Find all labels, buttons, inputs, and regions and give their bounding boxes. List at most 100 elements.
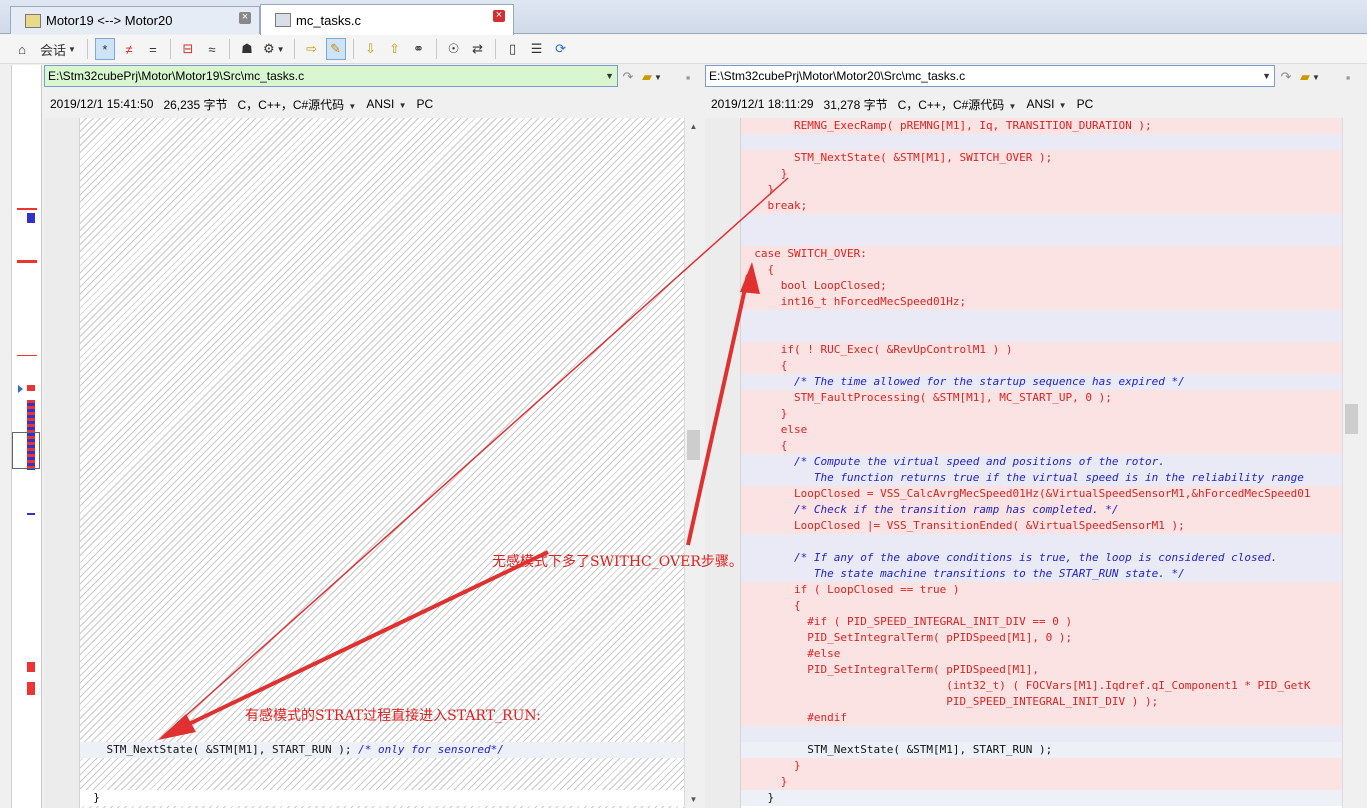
- chevron-down-icon[interactable]: ▼: [1262, 66, 1271, 86]
- left-path-text: E:\Stm32cubePrj\Motor\Motor19\Src\mc_tas…: [48, 69, 305, 83]
- separator: [352, 39, 354, 59]
- code-line: (int32_t) ( FOCVars[M1].Iqdref.qI_Compon…: [741, 678, 1342, 694]
- code-text: }: [741, 791, 775, 804]
- diff-icon[interactable]: ⊟: [178, 38, 198, 60]
- overview-marker: [17, 260, 37, 263]
- overview-viewport[interactable]: [12, 432, 40, 469]
- scroll-thumb[interactable]: [1345, 404, 1358, 434]
- code-line: [741, 726, 1342, 742]
- folder-compare-icon: [25, 13, 41, 28]
- code-line: }: [741, 790, 1342, 806]
- code-line: if ( LoopClosed == true ): [741, 582, 1342, 598]
- right-vertical-scrollbar[interactable]: [1342, 118, 1359, 808]
- show-all-button[interactable]: *: [94, 38, 115, 60]
- code-text: {: [741, 439, 788, 452]
- code-comment: /* The time allowed for the startup sequ…: [793, 375, 1185, 388]
- rules-icon[interactable]: ⚙ ▼: [261, 38, 287, 60]
- right-lang-select[interactable]: C，C++，C#源代码 ▼: [898, 96, 1017, 113]
- code-text: STM_NextState( &STM[M1], SWITCH_OVER );: [741, 151, 1053, 164]
- code-text: {: [741, 599, 801, 612]
- user-icon[interactable]: ☗: [237, 38, 257, 60]
- target-icon[interactable]: ☉: [444, 38, 464, 60]
- code-text: LoopClosed |= VSS_TransitionEnded( &Virt…: [741, 519, 1185, 532]
- save-icon[interactable]: ▪: [678, 66, 698, 88]
- open-folder-icon[interactable]: ▰ ▼: [1298, 66, 1322, 88]
- tab-mc-tasks[interactable]: mc_tasks.c ×: [260, 4, 514, 35]
- left-date: 2019/12/1 15:41:50: [50, 97, 154, 111]
- right-enc-select[interactable]: ANSI ▼: [1026, 97, 1066, 111]
- chevron-down-icon: ▼: [654, 72, 662, 82]
- left-vertical-scrollbar[interactable]: ▲ ▼: [684, 118, 701, 808]
- overview-marker: [17, 355, 37, 356]
- code-line: [741, 326, 1342, 342]
- home-icon[interactable]: ⌂: [12, 38, 32, 60]
- right-path-text: E:\Stm32cubePrj\Motor\Motor20\Src\mc_tas…: [709, 69, 966, 83]
- save-icon[interactable]: ▪: [1338, 66, 1358, 88]
- right-code-pane[interactable]: REMNG_ExecRamp( pREMNG[M1], Iq, TRANSITI…: [705, 118, 1342, 808]
- code-line: STM_FaultProcessing( &STM[M1], MC_START_…: [741, 390, 1342, 406]
- overview-marker: [27, 682, 35, 695]
- next-diff-icon[interactable]: ⇩: [361, 38, 381, 60]
- edit-icon[interactable]: ✎: [325, 38, 346, 60]
- code-text: LoopClosed = VSS_CalcAvrgMecSpeed01Hz(&V…: [741, 487, 1311, 500]
- code-line: }: [80, 790, 684, 806]
- code-line: }: [741, 406, 1342, 422]
- tab-bar: Motor19 <--> Motor20 × mc_tasks.c ×: [0, 0, 1367, 35]
- code-text: {: [741, 263, 775, 276]
- show-same-button[interactable]: =: [143, 38, 163, 60]
- refresh-icon[interactable]: ⟳: [551, 38, 571, 60]
- close-icon[interactable]: ×: [493, 10, 505, 22]
- scroll-up-icon[interactable]: ▲: [685, 118, 702, 135]
- code-line: }: [741, 758, 1342, 774]
- code-text: STM_NextState( &STM[M1], START_RUN );: [741, 743, 1053, 756]
- left-enc-select[interactable]: ANSI ▼: [366, 97, 406, 111]
- binoculars-icon[interactable]: ⚭: [409, 38, 429, 60]
- reload-icon[interactable]: ↷: [1276, 66, 1296, 88]
- swap-icon[interactable]: ⇄: [468, 38, 488, 60]
- scroll-thumb[interactable]: [687, 430, 700, 460]
- code-line: bool LoopClosed;: [741, 278, 1342, 294]
- show-diff-button[interactable]: ≠: [119, 38, 139, 60]
- left-path-input[interactable]: E:\Stm32cubePrj\Motor\Motor19\Src\mc_tas…: [44, 65, 618, 87]
- code-line: STM_NextState( &STM[M1], START_RUN ); /*…: [80, 742, 684, 758]
- diff-overview-map[interactable]: [12, 65, 42, 808]
- code-line: if( ! RUC_Exec( &RevUpControlM1 ) ): [741, 342, 1342, 358]
- left-lang-select[interactable]: C，C++，C#源代码 ▼: [237, 96, 356, 113]
- prev-diff-icon[interactable]: ⇧: [385, 38, 405, 60]
- right-path-input[interactable]: E:\Stm32cubePrj\Motor\Motor20\Src\mc_tas…: [705, 65, 1275, 87]
- code-line: {: [741, 598, 1342, 614]
- expand-icon[interactable]: ▯: [503, 38, 523, 60]
- code-text: if( ! RUC_Exec( &RevUpControlM1 ) ): [741, 343, 1013, 356]
- code-line: /* Check if the transition ramp has comp…: [741, 502, 1342, 518]
- code-text: {: [741, 359, 788, 372]
- open-folder-icon[interactable]: ▰ ▼: [640, 66, 664, 88]
- code-text: (int32_t) ( FOCVars[M1].Iqdref.qI_Compon…: [741, 679, 1311, 692]
- right-file-info: 2019/12/1 18:11:29 31,278 字节 C，C++，C#源代码…: [711, 94, 1093, 114]
- tab-motor-compare[interactable]: Motor19 <--> Motor20 ×: [10, 6, 260, 34]
- session-button[interactable]: 会话 ▼: [36, 38, 80, 60]
- columns-icon[interactable]: ☰: [527, 38, 547, 60]
- left-gutter: [44, 118, 80, 808]
- code-line: [741, 134, 1342, 150]
- code-line: #else: [741, 646, 1342, 662]
- code-text: PID_SetIntegralTerm( pPIDSpeed[M1], 0 );: [741, 631, 1073, 644]
- code-line: else: [741, 422, 1342, 438]
- reload-icon[interactable]: ↷: [618, 66, 638, 88]
- code-text: case SWITCH_OVER:: [741, 247, 867, 260]
- close-icon[interactable]: ×: [239, 12, 251, 24]
- separator: [169, 39, 171, 59]
- scroll-down-icon[interactable]: ▼: [685, 791, 702, 808]
- chevron-down-icon[interactable]: ▼: [605, 66, 614, 86]
- code-line: break;: [741, 198, 1342, 214]
- separator: [86, 39, 88, 59]
- code-text: #endif: [741, 711, 847, 724]
- left-eol: PC: [416, 97, 434, 111]
- approx-button[interactable]: ≈: [202, 38, 222, 60]
- toolbar: ⌂ 会话 ▼ * ≠ = ⊟ ≈ ☗ ⚙ ▼ ⇨ ✎ ⇩ ⇧ ⚭ ☉ ⇄ ▯ ☰ ⟳: [0, 35, 1367, 64]
- code-comment: /* If any of the above conditions is tru…: [793, 551, 1278, 564]
- code-line: [741, 230, 1342, 246]
- code-line: /* The time allowed for the startup sequ…: [741, 374, 1342, 390]
- arrow-right-icon[interactable]: ⇨: [302, 38, 322, 60]
- code-text: STM_FaultProcessing( &STM[M1], MC_START_…: [741, 391, 1112, 404]
